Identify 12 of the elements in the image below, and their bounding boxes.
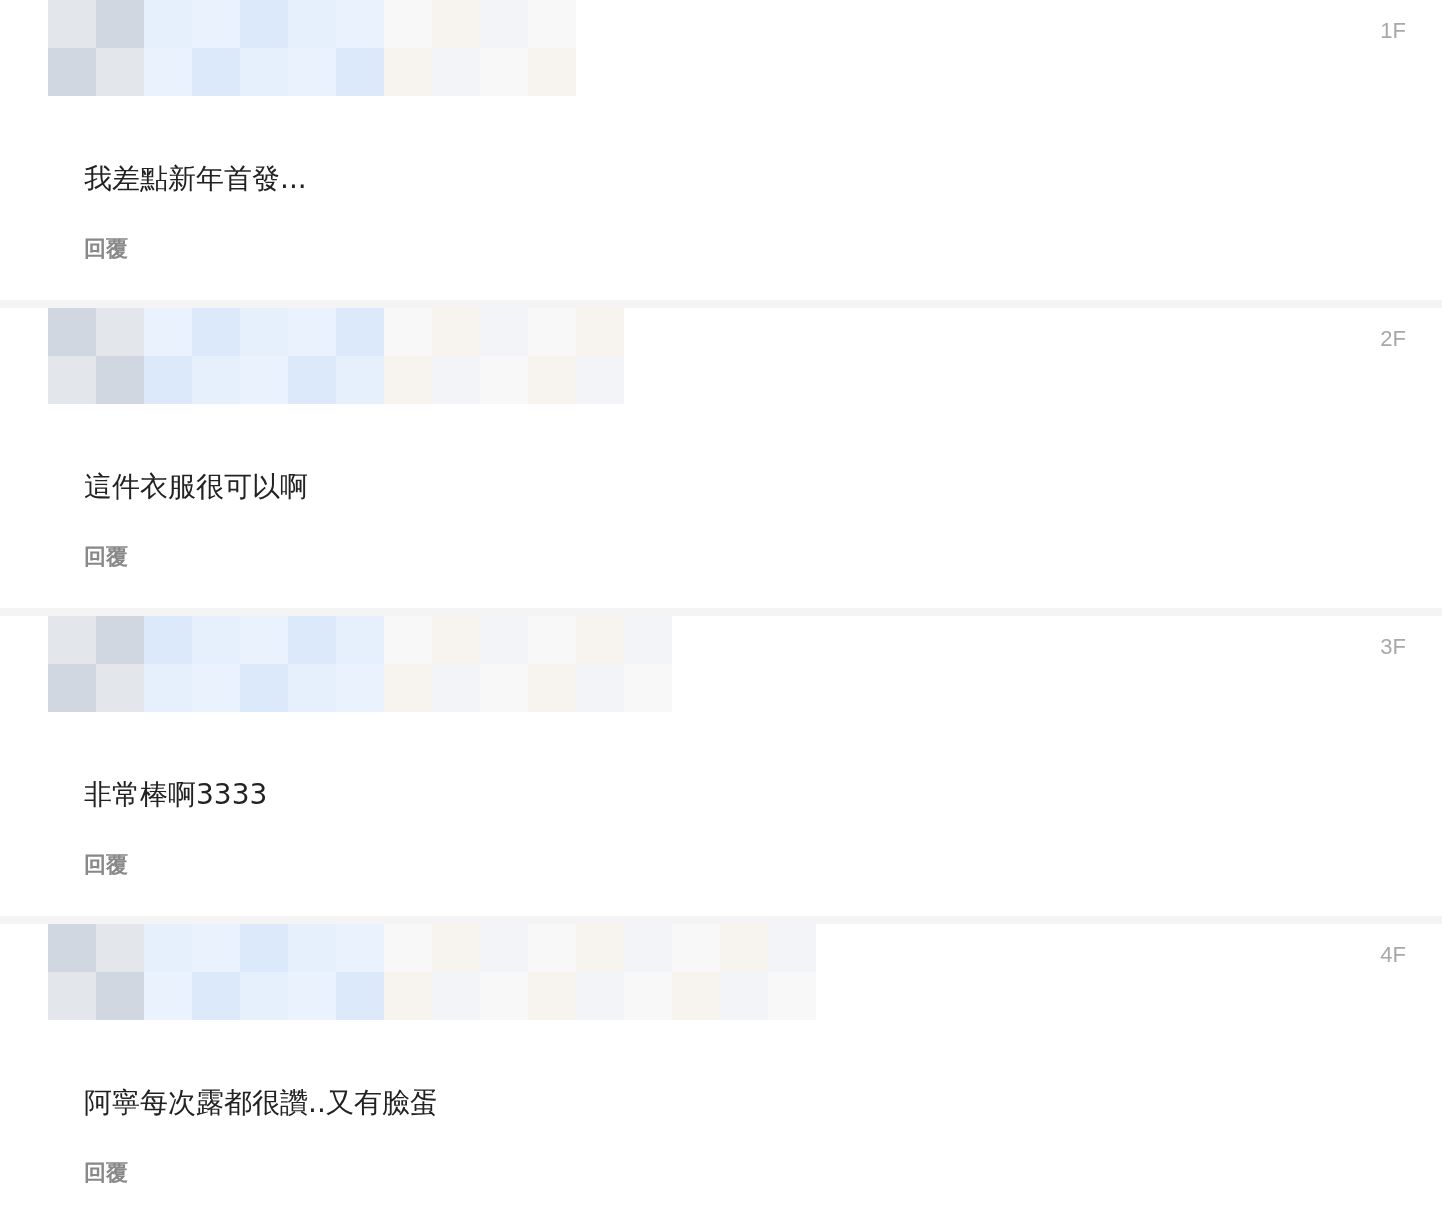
reply-button[interactable]: 回覆 <box>84 539 128 573</box>
reply-button[interactable]: 回覆 <box>84 231 128 265</box>
comment-text: 這件衣服很可以啊 <box>84 470 309 504</box>
floor-number: 2F <box>1380 325 1406 353</box>
floor-number: 3F <box>1380 633 1406 661</box>
comment-text: 阿寧每次露都很讚..又有臉蛋 <box>84 1086 439 1120</box>
reply-button[interactable]: 回覆 <box>84 1155 128 1189</box>
floor-number: 1F <box>1380 17 1406 45</box>
comment-text: 非常棒啊3333 <box>84 778 269 812</box>
comment-text: 我差點新年首發... <box>84 162 308 196</box>
reply-button[interactable]: 回覆 <box>84 847 128 881</box>
floor-number: 4F <box>1380 941 1406 969</box>
